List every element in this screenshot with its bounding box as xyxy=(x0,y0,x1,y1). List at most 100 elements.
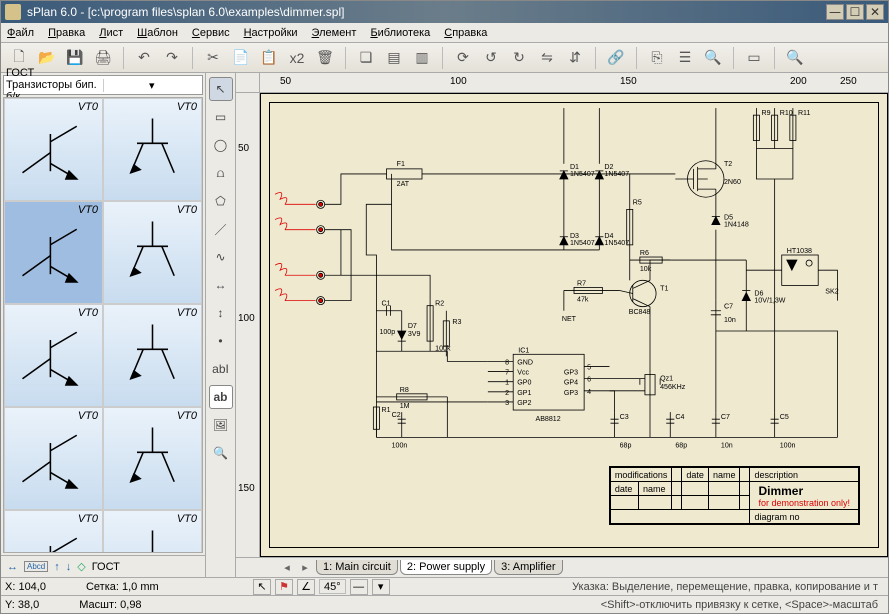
part-label: VT0 xyxy=(177,307,197,319)
tool-bezier[interactable]: ∿ xyxy=(209,245,233,269)
mirror-h-button[interactable]: ⇋ xyxy=(535,46,559,70)
page-tab[interactable]: 1: Main circuit xyxy=(316,560,398,575)
part-cell[interactable]: VT0 xyxy=(4,407,103,510)
undo-button[interactable]: ↶ xyxy=(132,46,156,70)
part-cell[interactable]: VT0 xyxy=(103,201,202,304)
tool-circle[interactable]: ◯ xyxy=(209,133,233,157)
tool-line[interactable]: ／ xyxy=(209,217,233,241)
page-tab[interactable]: 2: Power supply xyxy=(400,560,492,575)
move-up-icon[interactable]: ↑ xyxy=(54,561,60,573)
menu-библиотека[interactable]: Библиотека xyxy=(370,27,430,39)
zoom-tool-button[interactable]: 🔍 xyxy=(783,46,807,70)
canvas[interactable]: F1 2AT D11N5407 D21N5407 D31N5407 D41N54… xyxy=(260,93,888,557)
menubar: Файл Правка Лист Шаблон Сервис Настройки Элеме… xyxy=(1,23,888,43)
cursor-icon[interactable]: ↖ xyxy=(253,579,271,595)
part-label: VT0 xyxy=(78,513,98,525)
svg-text:10n: 10n xyxy=(724,316,736,324)
tool-node[interactable]: • xyxy=(209,329,233,353)
tool-poly[interactable]: ⬠ xyxy=(209,189,233,213)
svg-text:R7: R7 xyxy=(577,279,586,287)
chevron-down-icon[interactable]: ▾ xyxy=(103,79,201,92)
tool-special[interactable]: ⩍ xyxy=(209,161,233,185)
part-cell[interactable]: VT0 xyxy=(103,407,202,510)
form-button[interactable]: ▭ xyxy=(742,46,766,70)
to-front-button[interactable]: ▤ xyxy=(382,46,406,70)
close-button[interactable]: ✕ xyxy=(866,4,884,20)
print-button[interactable]: 🖨 xyxy=(91,46,115,70)
coord-y: Y: 38,0 xyxy=(5,599,39,611)
tool-dim-v[interactable]: ↕ xyxy=(209,301,233,325)
tool-text-label[interactable]: abI xyxy=(209,357,233,381)
angle-value[interactable]: 45° xyxy=(319,579,346,594)
svg-text:R1: R1 xyxy=(381,406,390,414)
title-block: modifications date name description date… xyxy=(609,466,860,525)
library-combo[interactable]: ГОСТ Транзисторы бип. б/к ▾ xyxy=(3,75,203,95)
to-back-button[interactable]: ▥ xyxy=(410,46,434,70)
svg-text:R11: R11 xyxy=(798,109,811,117)
page-tabs: ◂ ▸ 1: Main circuit2: Power supply3: Amp… xyxy=(236,557,888,577)
maximize-button[interactable]: ☐ xyxy=(846,4,864,20)
rotate-r-button[interactable]: ↻ xyxy=(507,46,531,70)
tool-dim-h[interactable]: ↔ xyxy=(209,273,233,297)
svg-text:4: 4 xyxy=(587,388,591,396)
svg-text:T2: T2 xyxy=(724,160,732,168)
menu-справка[interactable]: Справка xyxy=(444,27,487,39)
page-tab[interactable]: 3: Amplifier xyxy=(494,560,562,575)
menu-файл[interactable]: Файл xyxy=(7,27,34,39)
svg-text:1: 1 xyxy=(505,379,509,387)
paste-x2-button[interactable]: x2 xyxy=(285,46,309,70)
tool-select[interactable]: ↖ xyxy=(209,77,233,101)
find-button[interactable]: 🔍 xyxy=(701,46,725,70)
part-cell[interactable]: VT0 xyxy=(103,510,202,553)
status-grid: Сетка: 1,0 mm xyxy=(86,581,159,593)
move-down-icon[interactable]: ↓ xyxy=(66,561,72,573)
new-button[interactable]: 🗋 xyxy=(7,46,31,70)
duplicate-button[interactable]: ❏ xyxy=(354,46,378,70)
macro2-button[interactable]: ☰ xyxy=(673,46,697,70)
angle-icon[interactable]: ∠ xyxy=(297,579,315,595)
menu-сервис[interactable]: Сервис xyxy=(192,27,230,39)
part-cell[interactable]: VT0 xyxy=(4,98,103,201)
redo-button[interactable]: ↷ xyxy=(160,46,184,70)
minimize-button[interactable]: — xyxy=(826,4,844,20)
part-cell[interactable]: VT0 xyxy=(4,304,103,407)
mirror-v-button[interactable]: ⇵ xyxy=(563,46,587,70)
expand-h-icon[interactable]: ↔ xyxy=(7,561,18,573)
style-tool-icon[interactable]: ▾ xyxy=(372,579,390,595)
menu-правка[interactable]: Правка xyxy=(48,27,85,39)
tool-image[interactable]: 🖼 xyxy=(209,413,233,437)
menu-лист[interactable]: Лист xyxy=(99,27,123,39)
rotate-l-button[interactable]: ↺ xyxy=(479,46,503,70)
library-sidebar: ГОСТ Транзисторы бип. б/к ▾ VT0VT0VT0VT0… xyxy=(1,73,206,577)
tool-zoom[interactable]: 🔍 xyxy=(209,441,233,465)
link-button[interactable]: 🔗 xyxy=(604,46,628,70)
part-cell[interactable]: VT0 xyxy=(4,510,103,553)
refresh-button[interactable]: ⟳ xyxy=(451,46,475,70)
save-button[interactable]: 💾 xyxy=(63,46,87,70)
tab-next-icon[interactable]: ▸ xyxy=(298,561,312,574)
tool-text-bold[interactable]: ab xyxy=(209,385,233,409)
flag-icon[interactable]: ⚑ xyxy=(275,579,293,595)
menu-элемент[interactable]: Элемент xyxy=(312,27,357,39)
line-tool-icon[interactable]: — xyxy=(350,579,368,595)
book-icon[interactable]: ◇ xyxy=(77,560,85,573)
menu-шаблон[interactable]: Шаблон xyxy=(137,27,178,39)
svg-text:10k: 10k xyxy=(640,265,652,273)
part-cell[interactable]: VT0 xyxy=(103,304,202,407)
part-cell[interactable]: VT0 xyxy=(4,201,103,304)
delete-button[interactable]: 🗑 xyxy=(313,46,337,70)
part-cell[interactable]: VT0 xyxy=(103,98,202,201)
svg-text:10n: 10n xyxy=(721,442,733,450)
menu-настройки[interactable]: Настройки xyxy=(244,27,298,39)
abcd-icon[interactable]: Abcd xyxy=(24,561,48,572)
macro1-button[interactable]: ⎘ xyxy=(645,46,669,70)
status-hint1: Указка: Выделение, перемещение, правка, … xyxy=(394,581,884,593)
tool-rect[interactable]: ▭ xyxy=(209,105,233,129)
svg-text:D7: D7 xyxy=(408,322,417,330)
paste-button[interactable]: 📋 xyxy=(257,46,281,70)
copy-button[interactable]: 📄 xyxy=(229,46,253,70)
tab-prev-icon[interactable]: ◂ xyxy=(280,561,294,574)
svg-text:3V9: 3V9 xyxy=(408,330,421,338)
open-button[interactable]: 📂 xyxy=(35,46,59,70)
cut-button[interactable]: ✂ xyxy=(201,46,225,70)
